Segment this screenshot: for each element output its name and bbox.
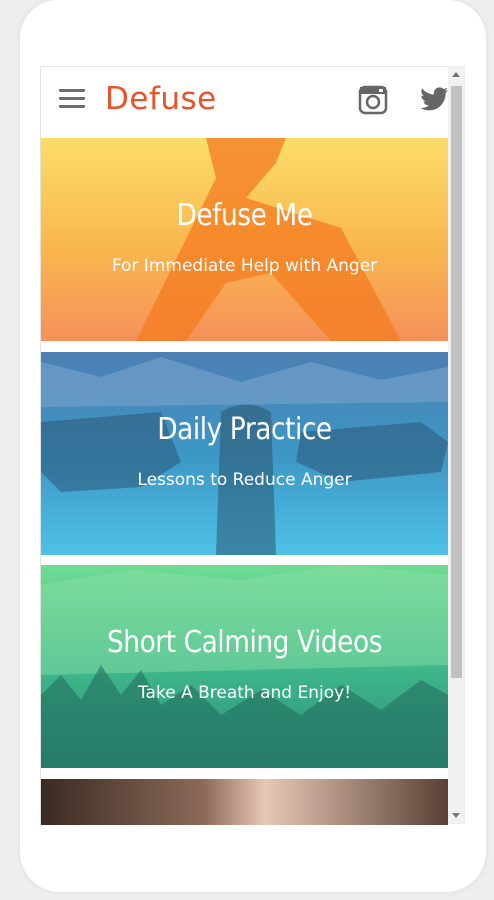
card-title: Daily Practice <box>157 412 332 447</box>
flame-graphic <box>136 138 401 341</box>
daily-practice-card[interactable]: Daily Practice Lessons to Reduce Anger <box>41 352 448 555</box>
card-subtitle: Take A Breath and Enjoy! <box>137 683 352 703</box>
forest-cliffs-graphic <box>41 565 448 768</box>
defuse-me-card[interactable]: Defuse Me For Immediate Help with Anger <box>41 138 448 341</box>
hamburger-menu-icon[interactable] <box>59 89 85 111</box>
brand-title: Defuse <box>105 81 217 117</box>
card-title: Defuse Me <box>176 198 313 233</box>
scroll-up-arrow-icon[interactable] <box>452 72 460 77</box>
card-title: Short Calming Videos <box>106 625 383 660</box>
app-header: Defuse <box>41 67 449 137</box>
partial-card[interactable] <box>41 779 448 825</box>
instagram-icon[interactable] <box>358 85 388 115</box>
card-subtitle: For Immediate Help with Anger <box>111 256 378 276</box>
twitter-icon[interactable] <box>419 87 449 113</box>
vertical-scrollbar[interactable] <box>448 66 465 824</box>
app-viewport: Defuse Defuse Me For Immediate Help with… <box>40 66 466 825</box>
card-subtitle: Lessons to Reduce Anger <box>137 470 352 490</box>
short-calming-videos-card[interactable]: Short Calming Videos Take A Breath and E… <box>41 565 448 768</box>
scrollbar-thumb[interactable] <box>451 86 462 678</box>
lake-mountains-graphic <box>41 357 448 555</box>
scroll-down-arrow-icon[interactable] <box>452 813 460 818</box>
